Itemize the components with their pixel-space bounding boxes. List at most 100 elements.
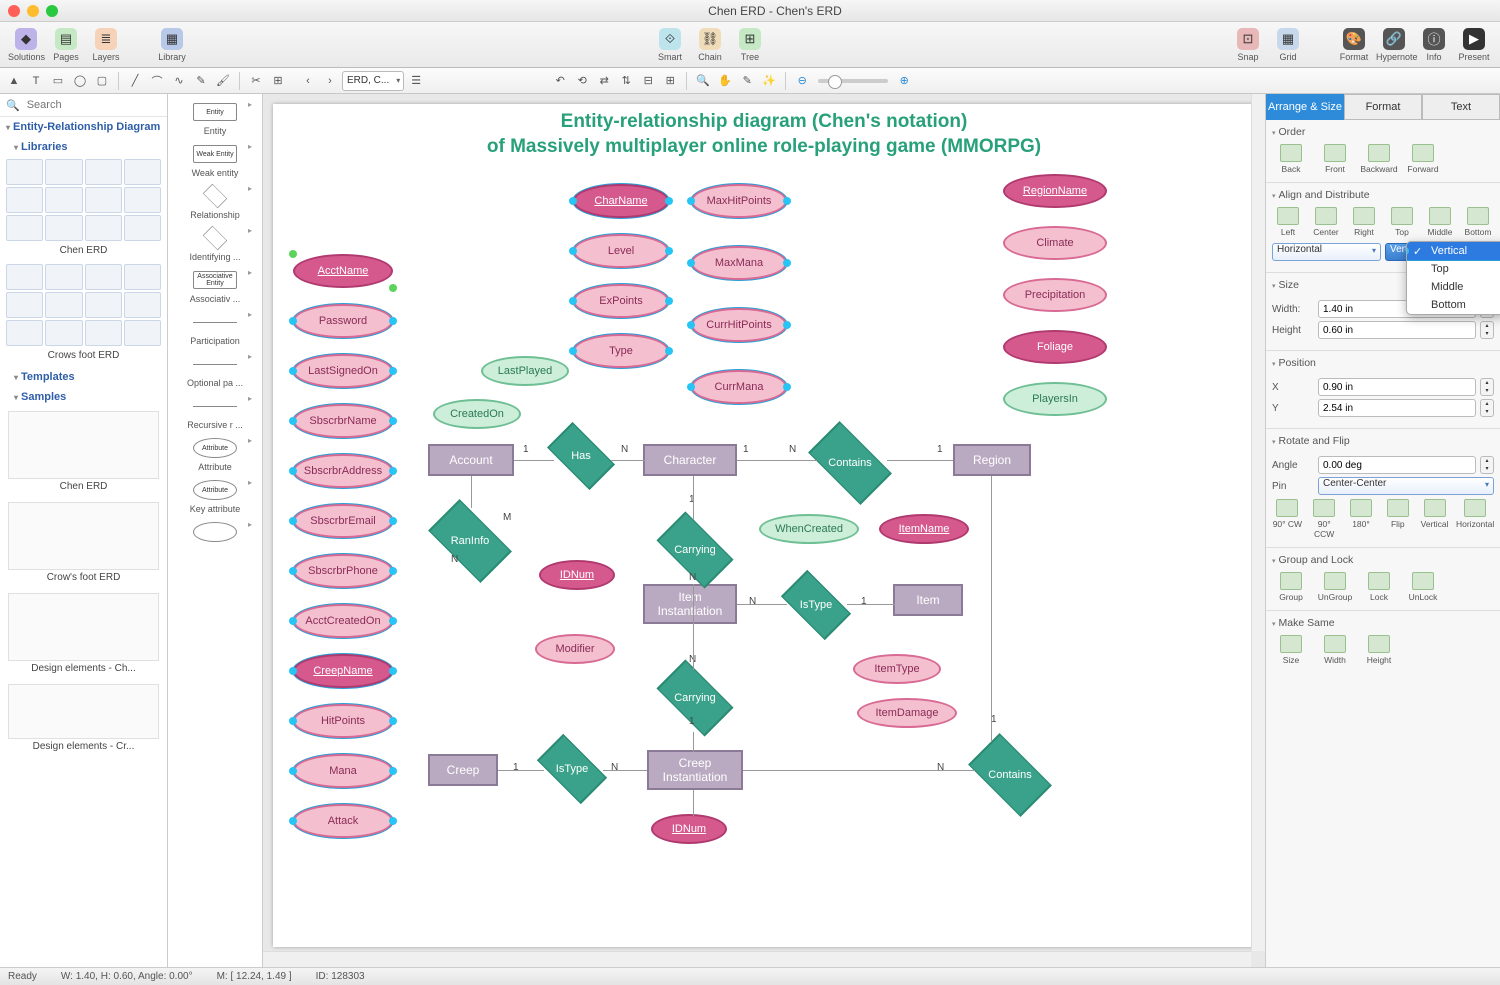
snap-button[interactable]: ⊡Snap [1230,28,1266,62]
rotate-90-ccw[interactable]: 90° CCW [1309,499,1340,539]
info-button[interactable]: ⓘInfo [1416,28,1452,62]
attr-password[interactable]: Password [293,304,393,338]
attr-charname[interactable]: CharName [573,184,669,218]
zoom-slider[interactable] [818,79,888,83]
rotate-flip[interactable]: Flip [1382,499,1413,539]
attr-idnum[interactable]: IDNum [539,560,615,590]
text-tool[interactable]: T [26,71,46,91]
group-lock[interactable]: Lock [1360,572,1398,602]
rotate-section[interactable]: Rotate and Flip [1272,433,1494,453]
rel-istype[interactable]: IsType [785,574,847,636]
shape-item[interactable]: ▸ [176,518,254,546]
nav-fwd[interactable]: › [320,71,340,91]
rel-raninfo[interactable]: RanInfo [433,504,507,578]
layers-button[interactable]: ≣Layers [88,28,124,62]
format-button[interactable]: 🎨Format [1336,28,1372,62]
solutions-button[interactable]: ◆Solutions [8,28,44,62]
makesame-width[interactable]: Width [1316,635,1354,665]
attr-maxhitpoints[interactable]: MaxHitPoints [691,184,787,218]
shape-Recursive r ...[interactable]: Recursive r ...▸ [176,392,254,430]
group-group[interactable]: Group [1272,572,1310,602]
vertical-menu[interactable]: ✓Vertical Top Middle Bottom [1406,241,1500,315]
nav-back[interactable]: ‹ [298,71,318,91]
zoom-out-button[interactable]: ⊖ [792,71,812,91]
minimize-window-button[interactable] [27,5,39,17]
position-section[interactable]: Position [1272,355,1494,375]
tab-format[interactable]: Format [1344,94,1422,120]
order-section[interactable]: Order [1272,124,1494,144]
x-spinner[interactable]: ▴▾ [1480,378,1494,396]
attr-itemdamage[interactable]: ItemDamage [857,698,957,728]
breadcrumb-combo[interactable]: ERD, C... [342,71,404,91]
sample-design-ch[interactable] [8,593,159,661]
entity-character[interactable]: Character [643,444,737,476]
align-right[interactable]: Right [1348,207,1380,237]
attr-lastsignedon[interactable]: LastSignedOn [293,354,393,388]
angle-spinner[interactable]: ▴▾ [1480,456,1494,474]
pin-select[interactable]: Center-Center [1318,477,1494,495]
shape-Identifying ...[interactable]: Identifying ...▸ [176,224,254,262]
entity-account[interactable]: Account [428,444,514,476]
hand-tool[interactable]: ✋ [715,71,735,91]
sample-design-cr[interactable] [8,684,159,739]
distribute-button[interactable]: ⊞ [660,71,680,91]
shape-Relationship[interactable]: Relationship▸ [176,182,254,220]
attr-acctcreatedon[interactable]: AcctCreatedOn [293,604,393,638]
height-input[interactable] [1318,321,1476,339]
smart-button[interactable]: ⟐Smart [652,28,688,62]
attr-level[interactable]: Level [573,234,669,268]
hypernote-button[interactable]: 🔗Hypernote [1376,28,1412,62]
vmenu-bottom[interactable]: Bottom [1407,296,1500,314]
attr-sbscrbrphone[interactable]: SbscrbrPhone [293,554,393,588]
entity-creep-instantiation[interactable]: Creep Instantiation [647,750,743,790]
align-button[interactable]: ⊟ [638,71,658,91]
rel-has[interactable]: Has [551,426,611,486]
attr-expoints[interactable]: ExPoints [573,284,669,318]
magic-tool[interactable]: ✨ [759,71,779,91]
angle-input[interactable] [1318,456,1476,474]
align-middle[interactable]: Middle [1424,207,1456,237]
pen-tool[interactable]: ✎ [191,71,211,91]
attr-climate[interactable]: Climate [1003,226,1107,260]
library-button[interactable]: ▦Library [154,28,190,62]
flip-v-button[interactable]: ⇅ [616,71,636,91]
canvas-hscroll[interactable] [263,951,1251,967]
group-unlock[interactable]: UnLock [1404,572,1442,602]
attr-itemtype[interactable]: ItemType [853,654,941,684]
spline-tool[interactable]: ∿ [169,71,189,91]
order-back[interactable]: Back [1272,144,1310,174]
text-box-tool[interactable]: ▢ [92,71,112,91]
attr-maxmana[interactable]: MaxMana [691,246,787,280]
rotate-button[interactable]: ⟲ [572,71,592,91]
makesame-height[interactable]: Height [1360,635,1398,665]
tree-button[interactable]: ⊞Tree [732,28,768,62]
undo-button[interactable]: ↶ [550,71,570,91]
rel-istype[interactable]: IsType [541,738,603,800]
group-section[interactable]: Group and Lock [1272,552,1494,572]
align-left[interactable]: Left [1272,207,1304,237]
rect-tool[interactable]: ▭ [48,71,68,91]
attr-idnum[interactable]: IDNum [651,814,727,844]
group-ungroup[interactable]: UnGroup [1316,572,1354,602]
attr-playersin[interactable]: PlayersIn [1003,382,1107,416]
align-bottom[interactable]: Bottom [1462,207,1494,237]
zoom-tool[interactable]: 🔍 [693,71,713,91]
attr-itemname[interactable]: ItemName [879,514,969,544]
rotate-90-cw[interactable]: 90° CW [1272,499,1303,539]
tab-text[interactable]: Text [1422,94,1500,120]
brush-tool[interactable]: 🖌 [213,71,233,91]
y-input[interactable] [1318,399,1476,417]
vmenu-vertical[interactable]: ✓Vertical [1407,242,1500,260]
arc-tool[interactable]: ⌒ [147,71,167,91]
vmenu-middle[interactable]: Middle [1407,278,1500,296]
shape-Participation[interactable]: Participation▸ [176,308,254,346]
samples-section[interactable]: Samples [0,387,167,407]
attr-precipitation[interactable]: Precipitation [1003,278,1107,312]
x-input[interactable] [1318,378,1476,396]
libraries-section[interactable]: Libraries [0,137,167,157]
horizontal-select[interactable]: Horizontal [1272,243,1381,261]
vmenu-top[interactable]: Top [1407,260,1500,278]
entity-item[interactable]: Item [893,584,963,616]
attr-modifier[interactable]: Modifier [535,634,615,664]
grid-button[interactable]: ▦Grid [1270,28,1306,62]
